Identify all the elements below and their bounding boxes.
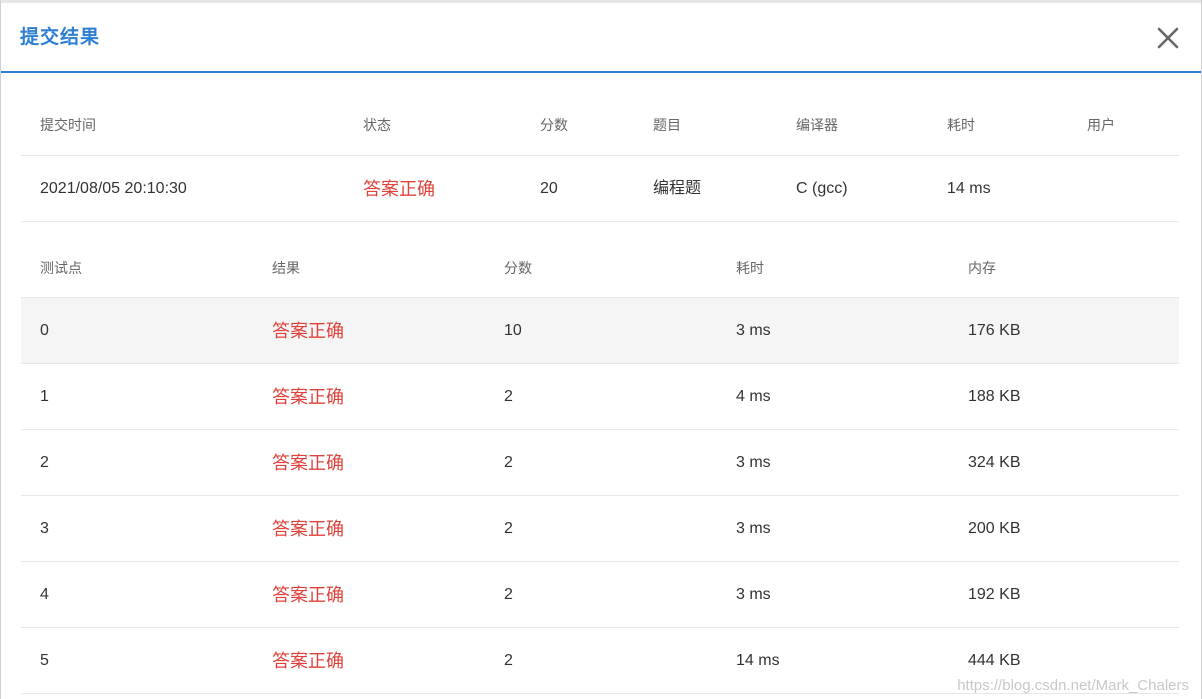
case-memory: 192 KB [968,586,1021,603]
case-score: 2 [504,652,513,669]
case-id: 3 [40,520,49,537]
case-score: 10 [504,322,522,339]
case-score: 2 [504,388,513,405]
case-memory: 188 KB [968,388,1021,405]
test-case-table: 测试点 结果 分数 耗时 内存 0 答案正确 10 3 ms 176 KB 1 … [21,238,1179,694]
case-memory: 176 KB [968,322,1021,339]
header-case-time: 耗时 [736,260,764,276]
table-row: 1 答案正确 2 4 ms 188 KB [21,364,1179,430]
summary-data-row: 2021/08/05 20:10:30 答案正确 20 编程题 C (gcc) … [21,156,1179,222]
table-row: 4 答案正确 2 3 ms 192 KB [21,562,1179,628]
case-result: 答案正确 [272,387,344,407]
case-memory: 200 KB [968,520,1021,537]
case-score: 2 [504,454,513,471]
header-compiler: 编译器 [796,117,838,133]
case-time: 3 ms [736,454,771,471]
header-test-point: 测试点 [40,260,82,276]
case-score: 2 [504,586,513,603]
header-submit-time: 提交时间 [40,117,96,133]
dialog-title: 提交结果 [20,27,101,48]
table-row: 3 答案正确 2 3 ms 200 KB [21,496,1179,562]
case-id: 5 [40,652,49,669]
case-id: 4 [40,586,49,603]
total-duration: 14 ms [947,180,991,197]
case-time: 4 ms [736,388,771,405]
total-score: 20 [540,180,558,197]
table-row: 0 答案正确 10 3 ms 176 KB [21,298,1179,364]
header-user: 用户 [1087,117,1115,133]
cases-header-row: 测试点 结果 分数 耗时 内存 [21,238,1179,298]
submit-time: 2021/08/05 20:10:30 [40,180,187,197]
case-result: 答案正确 [272,519,344,539]
case-time: 3 ms [736,586,771,603]
case-result: 答案正确 [272,651,344,671]
problem-type: 编程题 [653,180,702,197]
watermark: https://blog.csdn.net/Mark_Chalers [957,677,1189,694]
case-result: 答案正确 [272,321,344,341]
summary-header-row: 提交时间 状态 分数 题目 编译器 耗时 用户 [21,95,1179,156]
case-result: 答案正确 [272,585,344,605]
compiler: C (gcc) [796,180,848,197]
header-result: 结果 [272,260,300,276]
submission-result-dialog: 提交结果 提交时间 状态 分数 题目 编译器 耗时 用户 2021/08/05 … [0,0,1202,699]
case-result: 答案正确 [272,453,344,473]
status-text: 答案正确 [363,179,435,199]
case-id: 1 [40,388,49,405]
header-memory: 内存 [968,260,996,276]
case-time: 14 ms [736,652,780,669]
header-status: 状态 [363,117,391,133]
close-button[interactable] [1153,23,1183,53]
case-id: 2 [40,454,49,471]
header-problem: 题目 [653,117,681,133]
table-row: 2 答案正确 2 3 ms 324 KB [21,430,1179,496]
close-icon [1157,27,1179,49]
dialog-header: 提交结果 [1,3,1201,73]
case-time: 3 ms [736,322,771,339]
case-id: 0 [40,322,49,339]
header-case-score: 分数 [504,260,532,276]
case-memory: 324 KB [968,454,1021,471]
case-score: 2 [504,520,513,537]
case-time: 3 ms [736,520,771,537]
submission-summary-table: 提交时间 状态 分数 题目 编译器 耗时 用户 2021/08/05 20:10… [21,95,1179,222]
header-score: 分数 [540,117,568,133]
header-duration: 耗时 [947,117,975,133]
